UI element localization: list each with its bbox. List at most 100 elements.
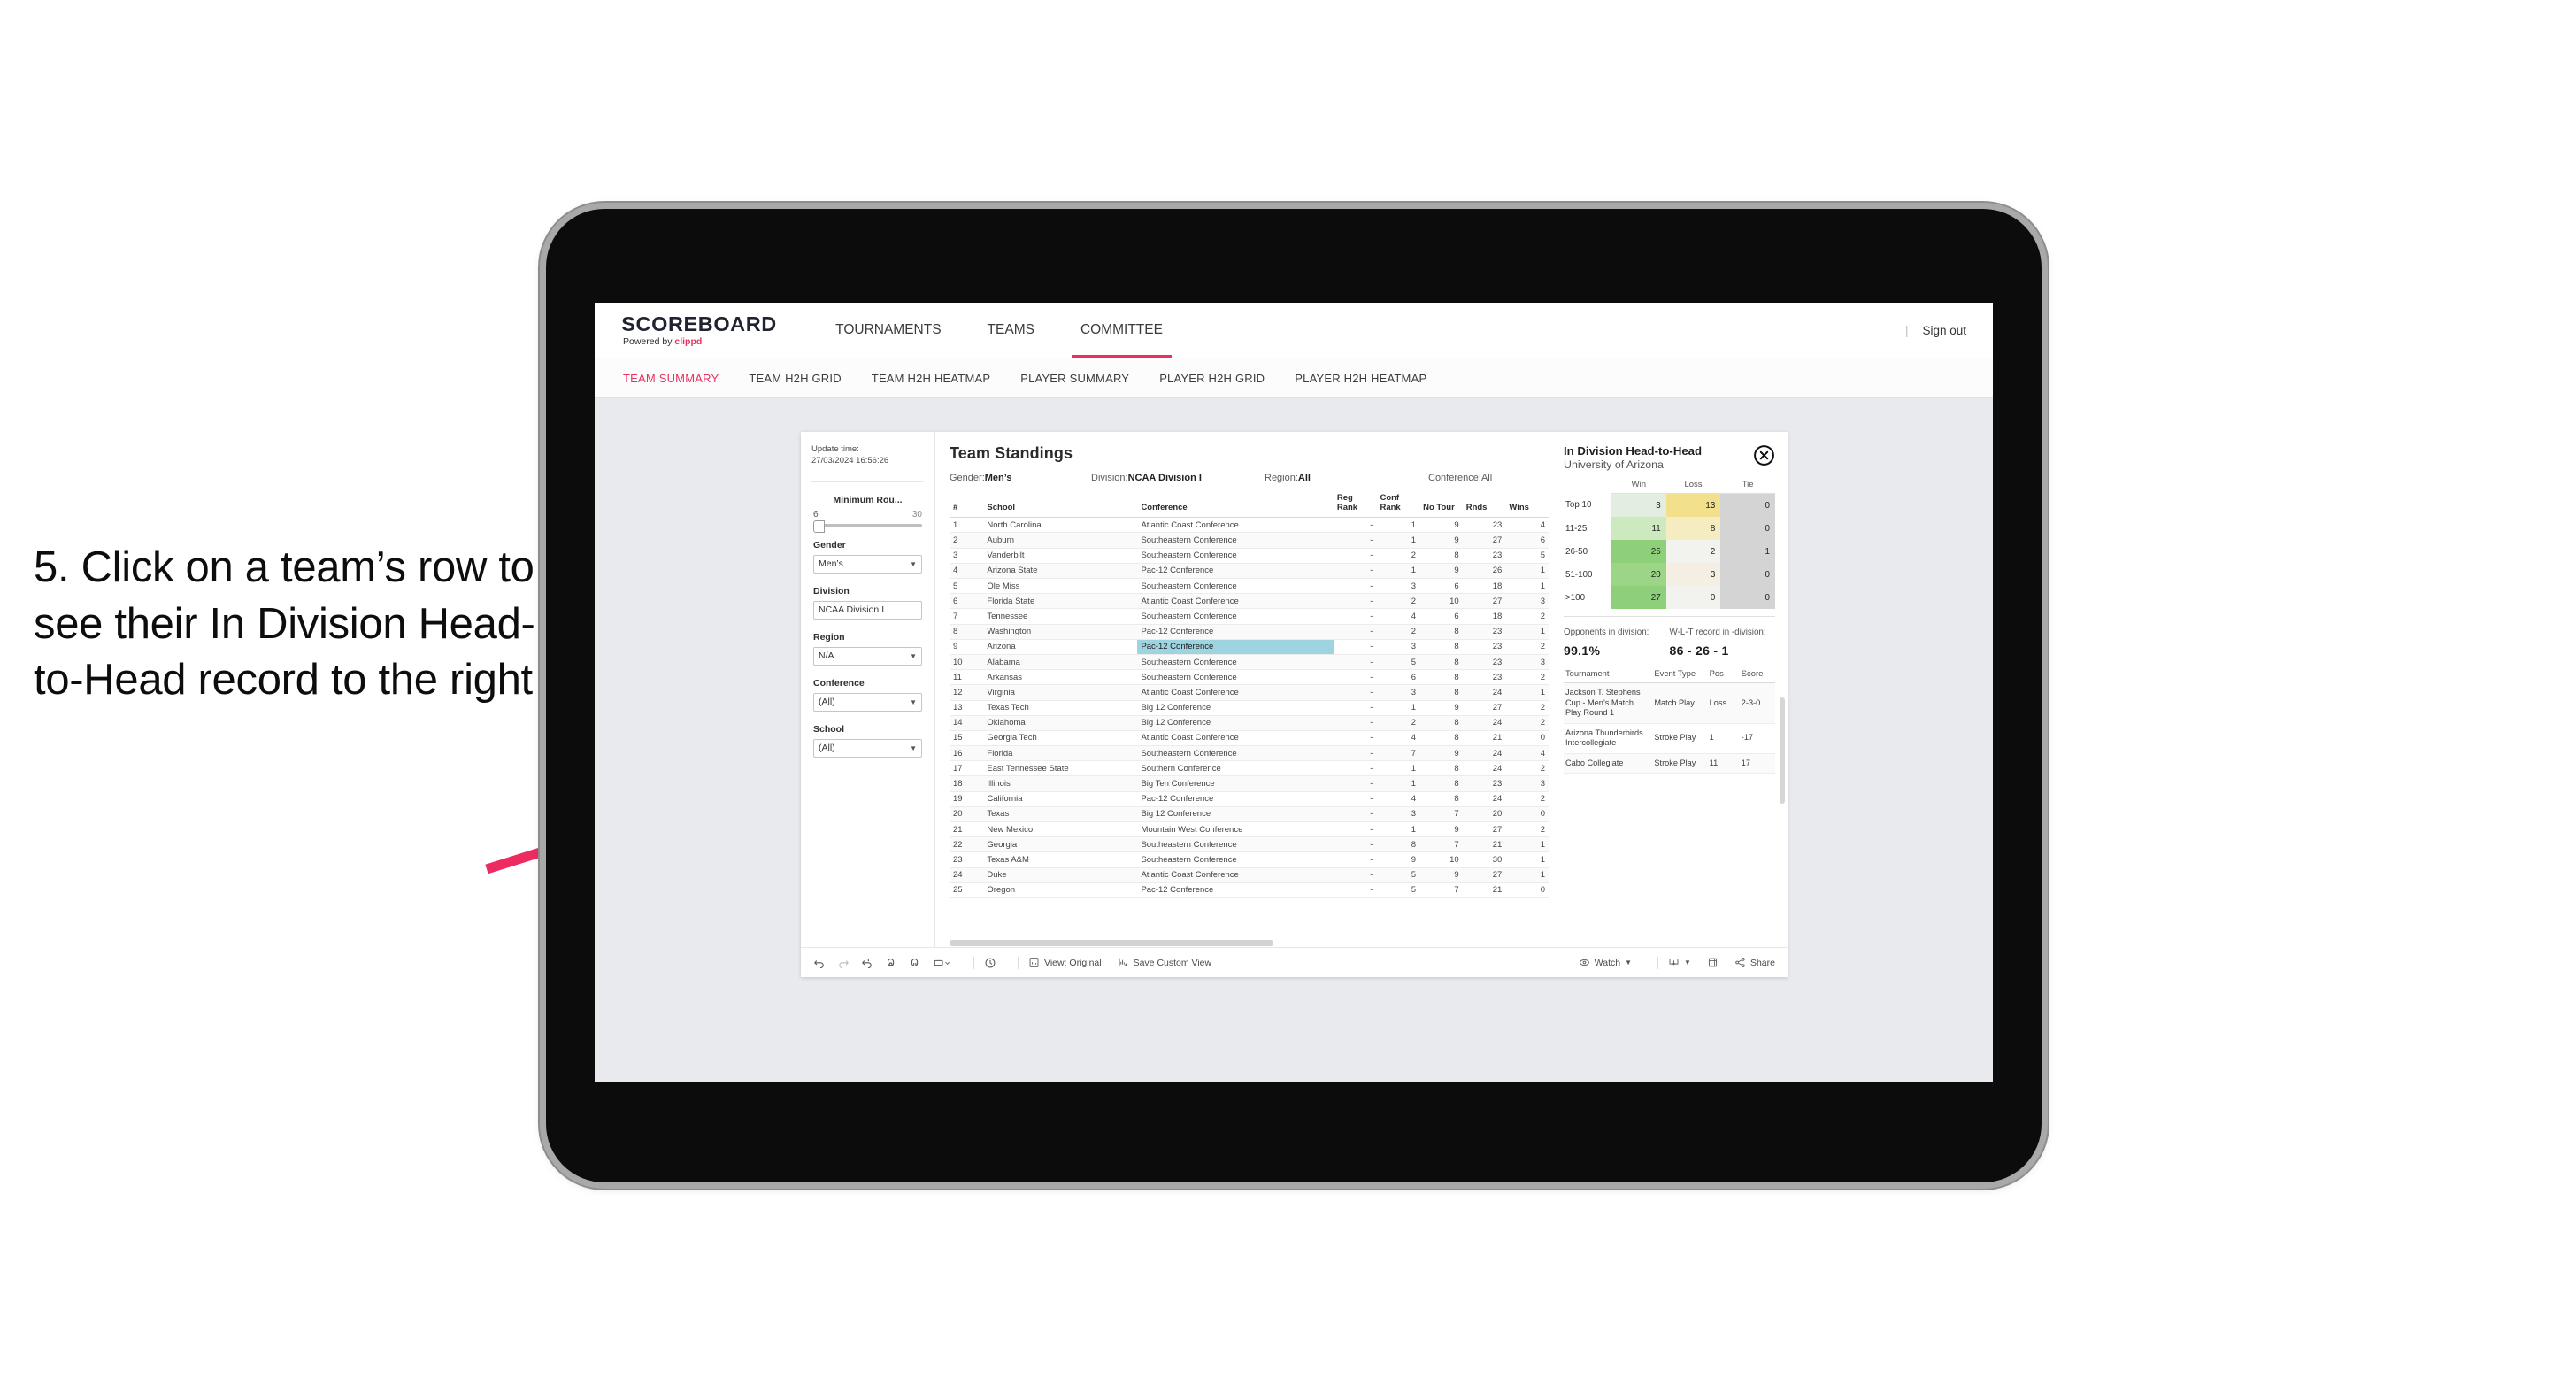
tab-team-h2h-grid[interactable]: TEAM H2H GRID [749,372,841,385]
school-cell: California [983,791,1138,807]
meta-region-label: Region: [1265,473,1298,483]
bottom-toolbar: View: Original Save Custom View Watch ▼ [801,947,1788,977]
table-row[interactable]: 11 Arkansas Southeastern Conference -6 8 23 2 [950,669,1549,686]
rank-cell: 16 [950,745,984,762]
conference-cell: Pac-12 Conference [1137,639,1334,655]
table-row[interactable]: 8 Washington Pac-12 Conference -2 8 23 1 [950,624,1549,640]
school-cell: Tennessee [983,608,1138,625]
pause-updates-icon[interactable] [909,957,921,969]
table-row[interactable]: 21 New Mexico Mountain West Conference -1 9 2… [950,821,1549,838]
detail-vertical-scrollbar[interactable] [1780,697,1785,804]
history-icon[interactable] [984,957,996,969]
tab-team-h2h-heatmap[interactable]: TEAM H2H HEATMAP [872,372,990,385]
minimum-rounds-slider[interactable] [813,520,922,533]
toolbar-right-group: Watch ▼ ▼ Share [1579,956,1775,969]
conference-select[interactable]: (All) ▼ [813,692,922,712]
reg-rank-cell: - [1333,806,1377,823]
no-tour-cell: 8 [1419,624,1463,640]
tab-player-summary[interactable]: PLAYER SUMMARY [1020,372,1129,385]
reg-rank-cell: - [1333,654,1377,671]
meta-conference: Conference: All [1428,473,1492,483]
shape-dropdown-icon[interactable] [933,957,952,969]
workspace: Update time: 27/03/2024 16:56:26 Minimum… [595,398,1993,1082]
download-button[interactable]: ▼ [1668,957,1691,968]
tab-team-summary[interactable]: TEAM SUMMARY [623,372,719,385]
col-no-tour[interactable]: No Tour [1419,491,1463,519]
tournament-row[interactable]: Arizona Thunderbirds Intercollegiate Stro… [1564,723,1775,754]
table-row[interactable]: 17 East Tennessee State Southern Conferenc… [950,760,1549,777]
top-nav-items: TOURNAMENTS TEAMS COMMITTEE [812,303,1186,358]
col-rnds[interactable]: Rnds [1462,491,1506,519]
table-row[interactable]: 15 Georgia Tech Atlantic Coast Conference -… [950,730,1549,747]
col-conference[interactable]: Conference [1137,491,1334,519]
rnds-cell: 27 [1462,593,1506,610]
close-circle-icon[interactable] [1753,444,1775,466]
table-row[interactable]: 7 Tennessee Southeastern Conference -4 6 18 2 [950,608,1549,625]
fullscreen-button[interactable] [1707,957,1719,968]
conference-cell: Atlantic Coast Conference [1137,730,1334,747]
table-row[interactable]: 22 Georgia Southeastern Conference -8 7 21 1 [950,836,1549,853]
tournament-row[interactable]: Cabo Collegiate Stroke Play 11 17 [1564,753,1775,774]
reg-rank-cell: - [1333,608,1377,625]
clippd-brand: clippd [674,335,703,347]
scoreboard-logo[interactable]: SCOREBOARD Powered by clippd [621,313,776,347]
wins-cell: 1 [1505,867,1549,883]
slider-handle[interactable] [813,520,825,533]
rnds-cell: 24 [1462,760,1506,777]
table-row[interactable]: 9 Arizona Pac-12 Conference -3 8 23 2 [950,639,1549,655]
table-row[interactable]: 19 California Pac-12 Conference -4 8 24 2 [950,791,1549,807]
conference-cell: Atlantic Coast Conference [1137,517,1334,534]
nav-teams[interactable]: TEAMS [965,303,1057,358]
school-cell: Virginia [983,684,1138,701]
school-cell: Oklahoma [983,715,1138,731]
conf-rank-cell: 2 [1376,715,1420,731]
tab-player-h2h-grid[interactable]: PLAYER H2H GRID [1159,372,1265,385]
table-row[interactable]: 6 Florida State Atlantic Coast Conference -… [950,593,1549,610]
table-row[interactable]: 4 Arizona State Pac-12 Conference -1 9 26 1 [950,563,1549,580]
redo-icon[interactable] [837,957,850,969]
col-reg-rank[interactable]: Reg Rank [1333,491,1377,519]
school-select[interactable]: (All) ▼ [813,738,922,758]
table-row[interactable]: 2 Auburn Southeastern Conference -1 9 27 6 [950,532,1549,549]
nav-committee[interactable]: COMMITTEE [1057,303,1186,358]
col-wins[interactable]: Wins [1505,491,1549,519]
share-button[interactable]: Share [1734,957,1775,968]
standings-scroll-area[interactable]: # School Conference Reg Rank Conf Rank N… [950,491,1549,947]
table-row[interactable]: 14 Oklahoma Big 12 Conference -2 8 24 2 [950,715,1549,731]
conf-rank-cell: 4 [1376,791,1420,807]
h2h-value-cell: 27 [1611,586,1666,609]
table-row[interactable]: 16 Florida Southeastern Conference -7 9 24 4 [950,745,1549,762]
nav-tournaments[interactable]: TOURNAMENTS [812,303,964,358]
gender-select[interactable]: Men’s ▼ [813,554,922,574]
watch-button[interactable]: Watch ▼ [1579,957,1632,968]
revert-icon[interactable] [861,957,873,969]
table-row[interactable]: 18 Illinois Big Ten Conference -1 8 23 3 [950,775,1549,792]
tab-player-h2h-heatmap[interactable]: PLAYER H2H HEATMAP [1295,372,1426,385]
table-row[interactable]: 20 Texas Big 12 Conference -3 7 20 0 [950,806,1549,823]
signout-link[interactable]: Sign out [1922,324,1966,337]
save-custom-view-button[interactable]: Save Custom View [1118,957,1211,968]
table-row[interactable]: 1 North Carolina Atlantic Coast Conference… [950,517,1549,534]
table-row[interactable]: 24 Duke Atlantic Coast Conference -5 9 27 1 [950,867,1549,883]
undo-icon[interactable] [813,957,826,969]
table-row[interactable]: 10 Alabama Southeastern Conference -5 8 23 3 [950,654,1549,671]
region-select[interactable]: N/A ▼ [813,646,922,666]
refresh-data-icon[interactable] [885,957,897,969]
table-row[interactable]: 25 Oregon Pac-12 Conference -5 7 21 0 [950,882,1549,898]
col-school[interactable]: School [983,491,1138,519]
event-type-cell: Stroke Play [1652,753,1708,774]
col-rank[interactable]: # [950,491,984,519]
standings-meta: Gender: Men’s Division: NCAA Division I … [950,473,1549,483]
rank-cell: 13 [950,700,984,716]
table-row[interactable]: 23 Texas A&M Southeastern Conference -9 10 30… [950,851,1549,868]
col-conf-rank[interactable]: Conf Rank [1376,491,1420,519]
table-row[interactable]: 5 Ole Miss Southeastern Conference -3 6 18 1 [950,578,1549,595]
tournament-row[interactable]: Jackson T. Stephens Cup - Men’s Match Pl… [1564,682,1775,724]
view-original-button[interactable]: View: Original [1028,957,1102,968]
reg-rank-cell: - [1333,517,1377,534]
table-row[interactable]: 12 Virginia Atlantic Coast Conference -3 8 24… [950,684,1549,701]
division-select[interactable]: NCAA Division I [813,600,922,620]
horizontal-scrollbar[interactable] [950,940,1549,946]
table-row[interactable]: 3 Vanderbilt Southeastern Conference -2 8 23 5 [950,548,1549,564]
table-row[interactable]: 13 Texas Tech Big 12 Conference -1 9 27 2 [950,700,1549,716]
